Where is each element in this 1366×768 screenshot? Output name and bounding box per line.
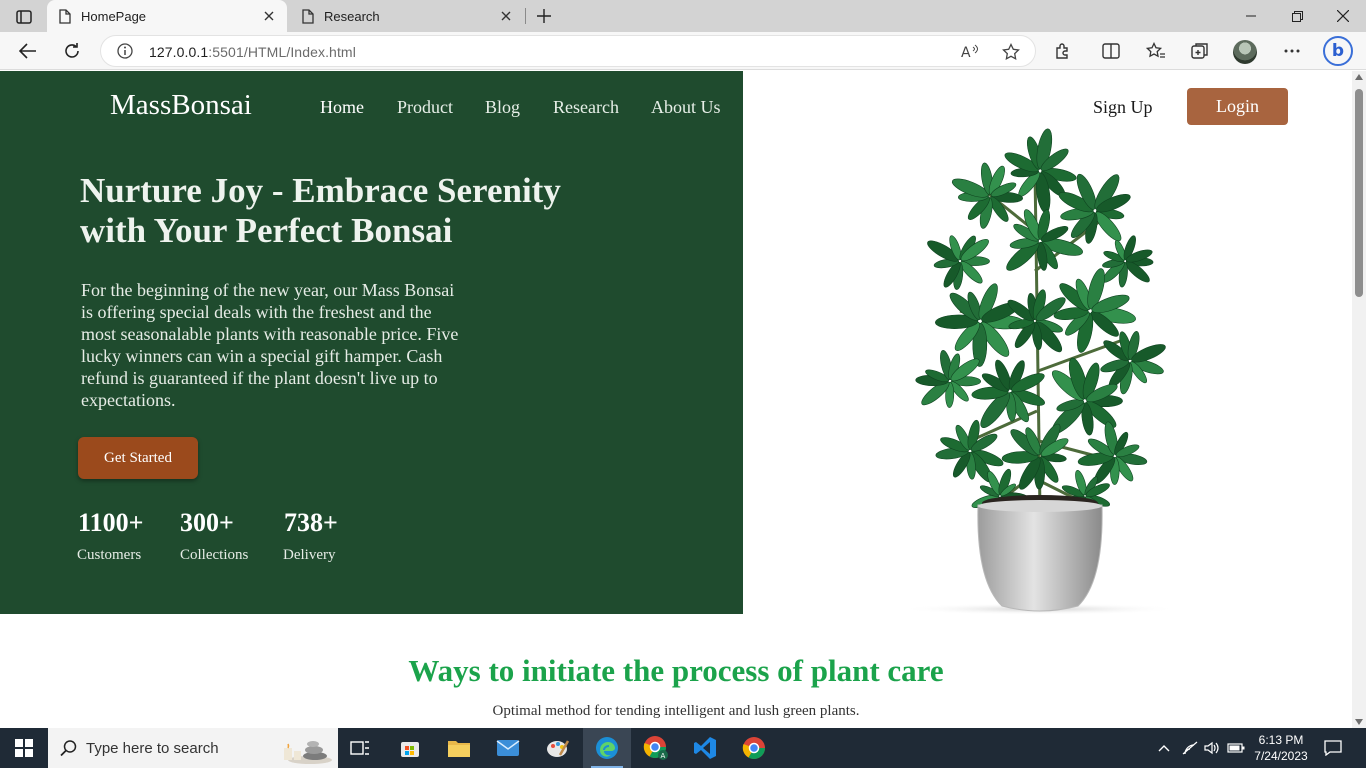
microsoft-store-icon[interactable]	[386, 728, 434, 768]
network-icon[interactable]	[1180, 728, 1200, 768]
mail-icon[interactable]	[484, 728, 532, 768]
nav-research[interactable]: Research	[553, 97, 619, 118]
chrome-icon[interactable]	[730, 728, 778, 768]
tab-title: Research	[324, 8, 380, 24]
vscode-icon[interactable]	[681, 728, 729, 768]
system-clock[interactable]: 6:13 PM 7/24/2023	[1244, 732, 1318, 764]
close-window-icon[interactable]	[1320, 0, 1366, 32]
volume-icon[interactable]	[1202, 728, 1222, 768]
page-icon	[302, 8, 314, 24]
paint-app-icon[interactable]	[534, 728, 582, 768]
bonsai-plant-image	[900, 128, 1180, 615]
nav-home[interactable]: Home	[320, 97, 364, 118]
refresh-icon[interactable]	[58, 37, 86, 65]
stat-customers-value: 1100+	[78, 508, 144, 537]
tab-title: HomePage	[81, 8, 147, 24]
tab-research[interactable]: Research	[290, 0, 524, 32]
search-icon	[60, 739, 78, 757]
task-view-icon[interactable]	[336, 728, 384, 768]
scroll-up-icon[interactable]	[1355, 74, 1363, 80]
split-screen-icon[interactable]	[1097, 37, 1125, 65]
edge-browser-icon[interactable]	[583, 728, 631, 768]
bing-chat-icon[interactable]: b	[1323, 36, 1353, 66]
hero-panel: MassBonsai Home Product Blog Research Ab…	[0, 71, 743, 614]
search-highlight-image	[284, 741, 332, 764]
nav-product[interactable]: Product	[397, 97, 453, 118]
scroll-down-icon[interactable]	[1355, 719, 1363, 725]
show-hidden-icons-icon[interactable]	[1154, 728, 1174, 768]
back-icon[interactable]	[14, 37, 42, 65]
url-path: :5501/HTML/Index.html	[208, 44, 356, 60]
stat-delivery-label: Delivery	[283, 547, 336, 563]
tab-divider	[525, 8, 526, 24]
clock-date: 7/24/2023	[1254, 749, 1308, 763]
favorites-icon[interactable]	[1142, 37, 1170, 65]
windows-taskbar: Type here to search A 6:13 PM 7/24/2023	[0, 728, 1366, 768]
stat-customers-label: Customers	[77, 547, 142, 563]
tab-actions-icon[interactable]	[10, 6, 38, 28]
favorite-star-icon[interactable]	[999, 40, 1023, 64]
more-options-icon[interactable]	[1278, 37, 1306, 65]
page-viewport: MassBonsai Home Product Blog Research Ab…	[0, 71, 1352, 728]
page-icon	[59, 8, 71, 24]
new-tab-icon[interactable]	[532, 5, 556, 27]
scroll-thumb[interactable]	[1355, 89, 1363, 297]
stat-collections-value: 300+	[180, 508, 234, 537]
close-icon[interactable]	[259, 6, 279, 26]
windows-start-icon[interactable]	[0, 728, 48, 768]
hero-title-line: Nurture Joy - Embrace Serenity	[80, 171, 561, 210]
stat-collections-label: Collections	[180, 547, 249, 563]
profile-avatar[interactable]	[1233, 40, 1257, 64]
url-host: 127.0.0.1	[149, 44, 209, 60]
hero-title-line: with Your Perfect Bonsai	[80, 211, 453, 250]
browser-tab-bar: HomePage Research	[0, 0, 1366, 32]
tab-homepage[interactable]: HomePage	[47, 0, 287, 32]
collections-icon[interactable]	[1186, 37, 1214, 65]
svg-text:A: A	[661, 752, 666, 760]
login-button[interactable]: Login	[1187, 88, 1288, 125]
hero-description: For the beginning of the new year, our M…	[81, 280, 459, 410]
get-started-button[interactable]: Get Started	[78, 437, 198, 479]
hero-title: Nurture Joy - Embrace Serenity with Your…	[80, 171, 640, 251]
page-scrollbar[interactable]	[1352, 71, 1366, 728]
restore-icon[interactable]	[1274, 0, 1320, 32]
notifications-icon[interactable]	[1320, 728, 1346, 768]
clock-time: 6:13 PM	[1258, 733, 1304, 747]
url-text[interactable]: 127.0.0.1:5501/HTML/Index.html	[149, 44, 356, 60]
read-aloud-icon[interactable]: A	[959, 40, 983, 64]
nav-about-us[interactable]: About Us	[651, 97, 721, 118]
file-explorer-icon[interactable]	[435, 728, 483, 768]
search-placeholder: Type here to search	[86, 739, 219, 757]
info-icon[interactable]	[117, 43, 133, 64]
address-bar[interactable]: 127.0.0.1:5501/HTML/Index.html A	[100, 35, 1036, 67]
svg-text:A: A	[961, 45, 971, 60]
nav-blog[interactable]: Blog	[485, 97, 520, 118]
brand-logo[interactable]: MassBonsai	[110, 89, 252, 122]
close-icon[interactable]	[496, 6, 516, 26]
stat-delivery-value: 738+	[284, 508, 338, 537]
browser-toolbar: 127.0.0.1:5501/HTML/Index.html A b	[0, 32, 1366, 70]
section-subtitle: Optimal method for tending intelligent a…	[492, 703, 860, 719]
section-title: Ways to initiate the process of plant ca…	[408, 653, 944, 688]
taskbar-search[interactable]: Type here to search	[48, 728, 338, 768]
chrome-profile-icon[interactable]: A	[632, 728, 680, 768]
minimize-icon[interactable]	[1228, 0, 1274, 32]
extensions-icon[interactable]	[1049, 37, 1077, 65]
